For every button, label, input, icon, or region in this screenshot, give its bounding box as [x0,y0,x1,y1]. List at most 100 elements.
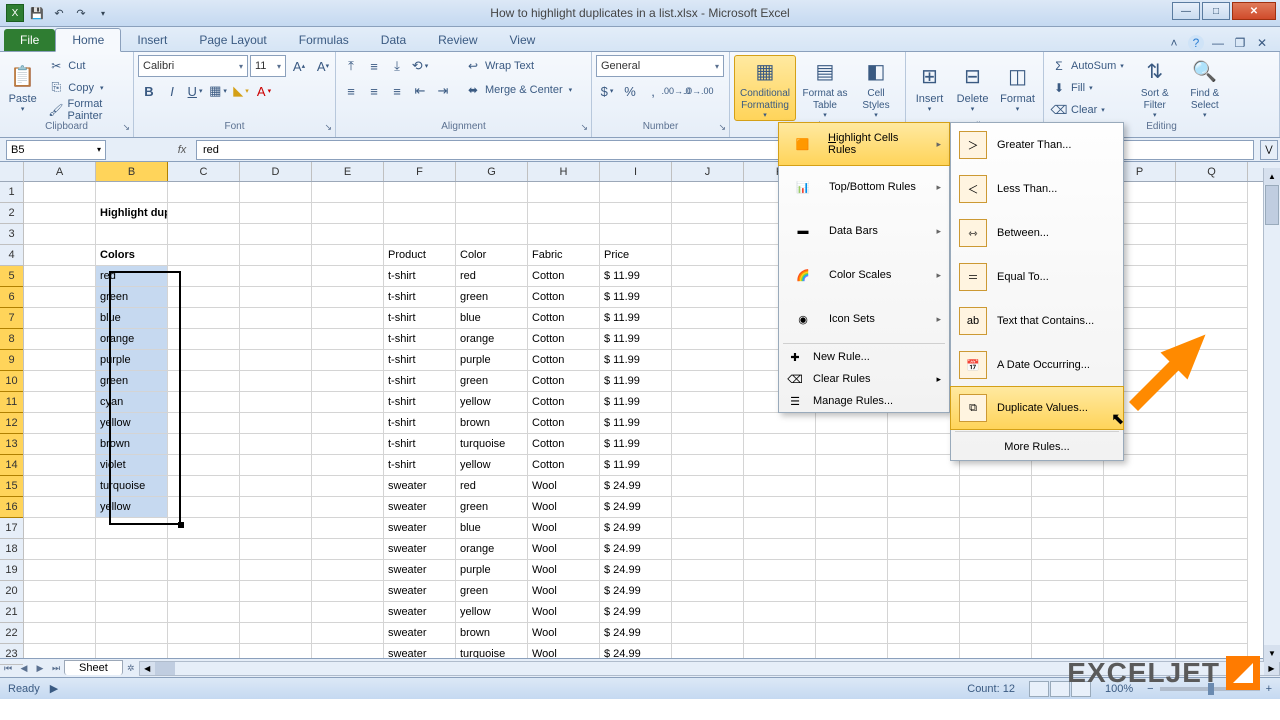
macro-record-icon[interactable]: ▶ [50,682,58,695]
cell[interactable] [816,518,888,539]
cell[interactable] [744,560,816,581]
clear-button[interactable]: ⌫Clear▾ [1048,99,1127,120]
cell[interactable] [240,203,312,224]
column-header[interactable]: I [600,162,672,181]
row-header[interactable]: 6 [0,287,23,308]
cut-button[interactable]: ✂Cut [45,55,129,76]
cell[interactable] [888,602,960,623]
cell[interactable]: t-shirt [384,455,456,476]
cell[interactable] [168,266,240,287]
cell[interactable]: Cotton [528,287,600,308]
row-header[interactable]: 21 [0,602,23,623]
cell[interactable] [960,560,1032,581]
increase-indent-button[interactable]: ⇥ [432,80,454,102]
cell[interactable] [312,245,384,266]
cell[interactable]: blue [456,518,528,539]
cell[interactable] [240,476,312,497]
cell[interactable] [384,182,456,203]
zoom-in-button[interactable]: + [1266,683,1272,695]
cell[interactable] [672,623,744,644]
cell[interactable]: $ 24.99 [600,497,672,518]
row-header[interactable]: 17 [0,518,23,539]
cell[interactable] [312,644,384,658]
cell[interactable] [1104,623,1176,644]
cell[interactable] [312,602,384,623]
cell[interactable]: Wool [528,560,600,581]
menu-between[interactable]: ⇿Between... [951,211,1123,255]
font-name-combo[interactable]: Calibri▾ [138,55,248,77]
cell[interactable] [312,413,384,434]
format-painter-button[interactable]: 🖌Format Painter [45,99,129,120]
cell[interactable] [816,434,888,455]
cell[interactable]: $ 11.99 [600,455,672,476]
cell[interactable]: yellow [456,602,528,623]
cell[interactable] [168,224,240,245]
cell[interactable] [744,644,816,658]
cell[interactable] [1104,497,1176,518]
row-header[interactable]: 16 [0,497,23,518]
cell[interactable] [1176,287,1248,308]
cell[interactable] [240,434,312,455]
cell[interactable] [816,644,888,658]
cell[interactable] [24,560,96,581]
cell[interactable] [672,476,744,497]
menu-highlight-cells-rules[interactable]: 🟧Highlight Cells Rules [778,122,950,166]
menu-less-than[interactable]: ＜Less Than... [951,167,1123,211]
cell[interactable] [672,266,744,287]
cell[interactable]: Colors [96,245,168,266]
conditional-formatting-button[interactable]: ▦ Conditional Formatting▾ [734,55,796,121]
cell[interactable] [312,308,384,329]
row-header[interactable]: 13 [0,434,23,455]
menu-more-rules[interactable]: More Rules... [951,434,1123,460]
underline-button[interactable]: U [184,80,206,102]
cell[interactable]: Cotton [528,329,600,350]
cell[interactable] [672,308,744,329]
cell[interactable] [168,203,240,224]
cell[interactable] [240,497,312,518]
row-header[interactable]: 8 [0,329,23,350]
cell[interactable] [240,224,312,245]
cell[interactable] [672,434,744,455]
cell[interactable] [24,644,96,658]
cell[interactable] [312,560,384,581]
cell[interactable] [168,476,240,497]
bold-button[interactable]: B [138,80,160,102]
cell[interactable] [168,413,240,434]
cell[interactable] [960,581,1032,602]
cell[interactable] [24,182,96,203]
undo-icon[interactable]: ↶ [50,4,68,22]
help-icon[interactable]: ? [1188,35,1204,51]
row-header[interactable]: 1 [0,182,23,203]
tab-file[interactable]: File [4,29,55,51]
clipboard-dialog-icon[interactable]: ↘ [122,122,130,133]
cell[interactable] [312,392,384,413]
cell[interactable] [672,560,744,581]
cell[interactable] [888,644,960,658]
cell[interactable]: Cotton [528,266,600,287]
cell[interactable]: Wool [528,581,600,602]
cell[interactable] [312,371,384,392]
cell[interactable] [168,539,240,560]
cell[interactable] [1176,497,1248,518]
cell[interactable] [168,182,240,203]
tab-page-layout[interactable]: Page Layout [183,29,282,51]
column-header[interactable]: F [384,162,456,181]
cell[interactable]: green [456,287,528,308]
menu-duplicate-values[interactable]: ⧉Duplicate Values... [950,386,1124,430]
cell[interactable] [312,329,384,350]
cell[interactable] [528,224,600,245]
column-header[interactable]: Q [1176,162,1248,181]
cell[interactable] [816,413,888,434]
cell[interactable]: Wool [528,497,600,518]
cell[interactable]: Cotton [528,434,600,455]
decrease-indent-button[interactable]: ⇤ [409,80,431,102]
cell[interactable] [960,497,1032,518]
menu-equal-to[interactable]: ＝Equal To... [951,255,1123,299]
cell[interactable] [24,518,96,539]
cell[interactable]: t-shirt [384,329,456,350]
vscroll-thumb[interactable] [1265,185,1279,225]
cell[interactable] [96,623,168,644]
grow-font-button[interactable]: A▴ [288,55,310,77]
cell[interactable] [960,518,1032,539]
cell[interactable] [1176,182,1248,203]
